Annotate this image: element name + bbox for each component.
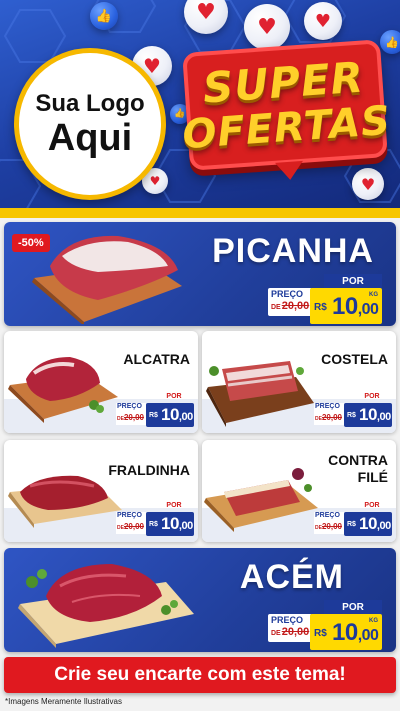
current-price: R$ 10,00 KG <box>310 288 382 324</box>
price-tag: POR PREÇO DE20,00 R$ 10,00 <box>314 393 392 429</box>
old-price: PREÇO DE20,00 <box>268 614 312 642</box>
current-price: R$ 10,00 <box>344 403 392 427</box>
thumbs-up-icon: 👍 <box>380 30 400 54</box>
logo-text: Sua Logo <box>35 90 145 117</box>
heart-icon: ♥ <box>304 2 342 40</box>
old-price: PREÇO DE20,00 <box>268 288 312 316</box>
price-tag: POR PREÇO DE20,00 R$ 10,00 KG <box>268 274 382 324</box>
current-price: R$ 10,00 <box>146 512 194 536</box>
product-name: CONTRA FILÉ <box>328 452 388 485</box>
divider <box>0 208 400 218</box>
product-card-acem[interactable]: ACÉM POR PREÇO DE20,00 R$ 10,00 KG <box>4 548 396 652</box>
price-por-label: POR <box>324 274 382 288</box>
old-price: PREÇO DE20,00 <box>314 512 344 534</box>
product-name: FRALDINHA <box>108 462 190 478</box>
current-price: R$ 10,00 <box>344 512 392 536</box>
product-card-contra-file[interactable]: CONTRA FILÉ POR PREÇO DE20,00 R$ 10,00 <box>202 440 396 542</box>
price-tag: POR PREÇO DE20,00 R$ 10,00 <box>314 502 392 538</box>
alcatra-image <box>8 357 118 423</box>
product-name: ACÉM <box>239 558 344 596</box>
acem-image <box>18 564 194 648</box>
product-name: PICANHA <box>212 232 374 270</box>
current-price: R$ 10,00 KG <box>310 614 382 650</box>
product-card-alcatra[interactable]: ALCATRA POR PREÇO DE20,00 R$ 10,00 <box>4 331 198 433</box>
create-flyer-button[interactable]: Crie seu encarte com este tema! <box>4 657 396 693</box>
super-ofertas-badge: SUPER OFERTAS <box>181 39 392 171</box>
price-tag: POR PREÇO DE20,00 R$ 10,00 KG <box>268 600 382 650</box>
product-name: COSTELA <box>321 351 388 367</box>
logo-text: Aqui <box>47 117 133 159</box>
old-price: PREÇO DE20,00 <box>116 403 146 425</box>
product-card-costela[interactable]: COSTELA POR PREÇO DE20,00 R$ 10,00 <box>202 331 396 433</box>
price-tag: POR PREÇO DE20,00 R$ 10,00 <box>116 393 194 429</box>
old-price: PREÇO DE20,00 <box>314 403 344 425</box>
costela-image <box>206 361 314 427</box>
product-card-picanha[interactable]: -50% PICANHA POR PREÇO DE20,00 R$ 10,00 … <box>4 222 396 326</box>
logo-placeholder: Sua Logo Aqui <box>14 48 166 200</box>
thumbs-up-icon: 👍 <box>90 2 118 30</box>
price-tag: POR PREÇO DE20,00 R$ 10,00 <box>116 502 194 538</box>
product-name: ALCATRA <box>123 351 190 367</box>
current-price: R$ 10,00 <box>146 403 194 427</box>
contra-file-image <box>204 468 318 532</box>
old-price: PREÇO DE20,00 <box>116 512 146 534</box>
price-por-label: POR <box>324 600 382 614</box>
disclaimer-footnote: *Imagens Meramente Ilustrativas <box>5 697 122 706</box>
fraldinha-image <box>8 475 122 528</box>
heart-icon: ♥ <box>244 4 290 50</box>
heart-icon: ♥ <box>352 168 384 200</box>
product-card-fraldinha[interactable]: FRALDINHA POR PREÇO DE20,00 R$ 10,00 <box>4 440 198 542</box>
picanha-image <box>32 235 182 324</box>
header-banner: ♥ ♥ ♥ ♥ ♥ ♥ 👍 👍 👍 Sua Logo Aqui SUPER OF… <box>0 0 400 212</box>
